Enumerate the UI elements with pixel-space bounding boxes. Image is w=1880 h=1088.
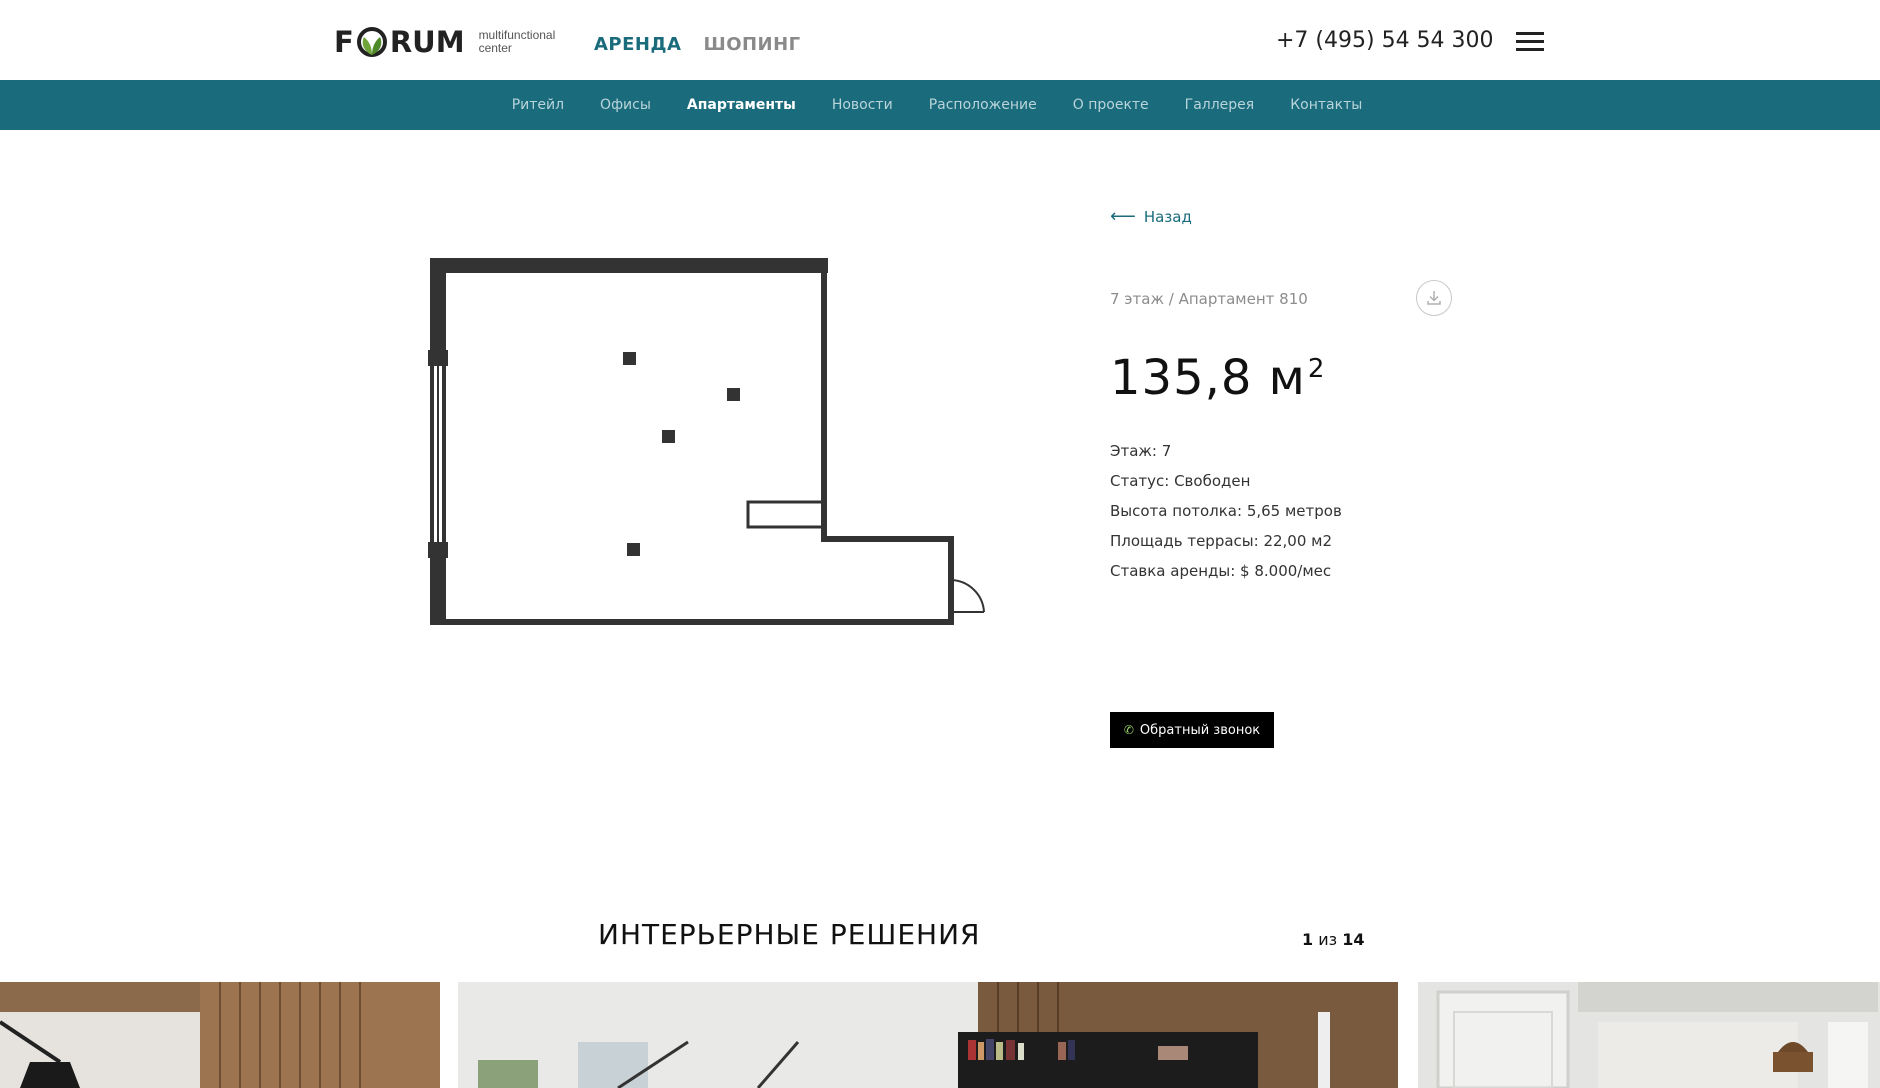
plan-column <box>727 388 740 401</box>
plan-wall-step <box>821 536 954 542</box>
nav-item-retail[interactable]: Ритейл <box>512 97 564 113</box>
nav-item-about[interactable]: О проекте <box>1073 97 1149 113</box>
apartment-area: 135,8 м2 <box>1110 350 1325 406</box>
plan-wall-top <box>430 258 828 273</box>
hamburger-line <box>1516 48 1544 51</box>
leaf-logo-icon <box>356 27 387 57</box>
breadcrumb: 7 этаж / Апартамент 810 <box>1110 290 1308 308</box>
logo-subtitle: multifunctional center <box>479 29 556 55</box>
nav-item-contacts[interactable]: Контакты <box>1290 97 1362 113</box>
hamburger-line <box>1516 40 1544 43</box>
back-link-label: Назад <box>1143 208 1192 226</box>
forum-logo[interactable]: F RUM multifunctional center <box>334 22 555 62</box>
nav-item-location[interactable]: Расположение <box>929 97 1037 113</box>
main-nav: Ритейл Офисы Апартаменты Новости Располо… <box>0 80 1880 130</box>
spec-terrace-area: Площадь террасы: 22,00 м2 <box>1110 532 1333 550</box>
mode-link-shopping[interactable]: ШОПИНГ <box>703 34 800 55</box>
hamburger-line <box>1516 32 1544 35</box>
plan-window-post <box>428 350 448 366</box>
callback-button-label: Обратный звонок <box>1139 722 1261 738</box>
pager-total: 14 <box>1342 930 1365 949</box>
plan-column <box>623 352 636 365</box>
area-value: 135,8 м <box>1110 350 1306 406</box>
interior-photo[interactable] <box>1418 982 1880 1088</box>
logo-subtitle-line2: center <box>478 41 512 55</box>
plan-window-post <box>428 542 448 558</box>
nav-item-news[interactable]: Новости <box>832 97 893 113</box>
phone-icon: ✆ <box>1123 723 1134 737</box>
interior-gallery <box>0 982 1880 1088</box>
apartment-floor-plan <box>428 258 985 625</box>
spec-rent-rate: Ставка аренды: $ 8.000/мес <box>1110 562 1332 580</box>
interior-section-title: ИНТЕРЬЕРНЫЕ РЕШЕНИЯ <box>598 918 981 951</box>
back-link[interactable]: ⟵ Назад <box>1110 206 1192 227</box>
area-unit-superscript: 2 <box>1307 354 1326 384</box>
plan-door-swing <box>949 578 985 613</box>
logo-wordmark: F RUM <box>334 25 465 59</box>
spec-status: Статус: Свободен <box>1110 472 1251 490</box>
logo-letter-f: F <box>334 25 354 59</box>
plan-window-line <box>437 360 439 552</box>
pager-separator: из <box>1313 930 1343 949</box>
interior-photo[interactable] <box>458 982 1408 1088</box>
spec-floor: Этаж: 7 <box>1110 442 1172 460</box>
main-nav-items: Ритейл Офисы Апартаменты Новости Располо… <box>0 80 1880 130</box>
plan-column <box>662 430 675 443</box>
logo-letters-rum: RUM <box>389 25 465 59</box>
interior-photo[interactable] <box>0 982 448 1088</box>
hamburger-menu-icon[interactable] <box>1516 30 1546 54</box>
spec-ceiling-height: Высота потолка: 5,65 метров <box>1110 502 1342 520</box>
download-button[interactable] <box>1416 280 1452 316</box>
mode-link-arenda[interactable]: АРЕНДА <box>594 34 681 55</box>
arrow-left-icon: ⟵ <box>1110 206 1136 227</box>
gallery-pager: 1 из 14 <box>1302 930 1364 949</box>
plan-counter <box>746 500 826 529</box>
apartment-specs: Этаж: 7 Статус: Свободен Высота потолка:… <box>1110 440 1342 590</box>
plan-wall-right <box>821 258 827 542</box>
mode-switcher: АРЕНДА ШОПИНГ <box>594 34 801 55</box>
callback-button[interactable]: ✆ Обратный звонок <box>1110 712 1274 748</box>
site-header: F RUM multifunctional center АРЕНДА ШОПИ… <box>0 0 1880 80</box>
header-phone[interactable]: +7 (495) 54 54 300 <box>1276 28 1494 53</box>
nav-item-apartments[interactable]: Апартаменты <box>687 97 796 113</box>
plan-wall-bottom <box>430 619 954 625</box>
download-icon <box>1427 291 1441 305</box>
nav-item-offices[interactable]: Офисы <box>600 97 651 113</box>
plan-column <box>627 543 640 556</box>
pager-current: 1 <box>1302 930 1314 949</box>
nav-item-gallery[interactable]: Галлерея <box>1185 97 1255 113</box>
